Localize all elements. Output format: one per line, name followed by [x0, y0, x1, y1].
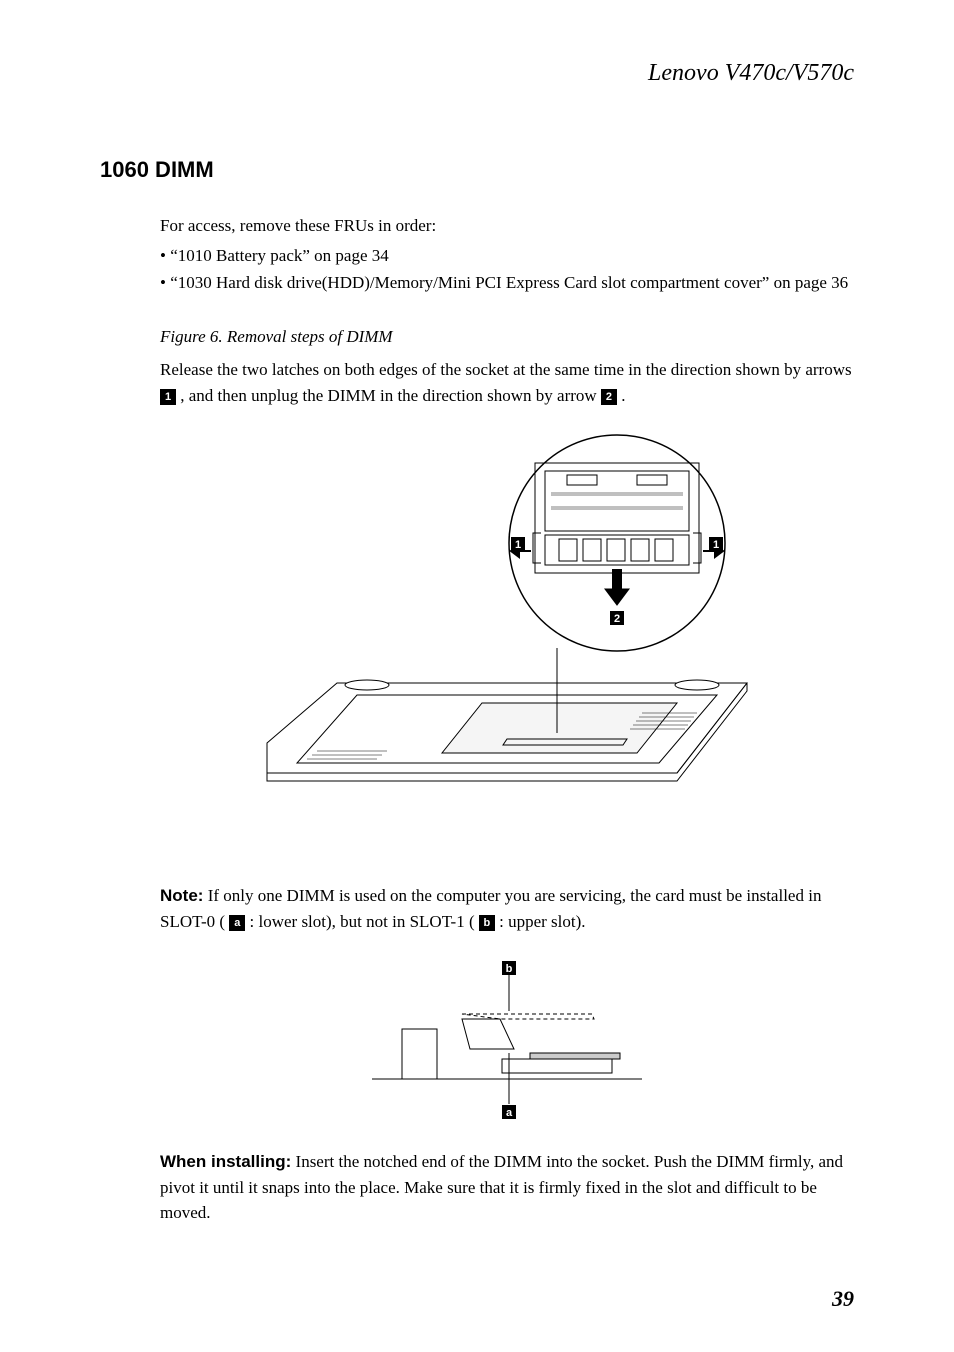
callout-b: b — [506, 963, 513, 975]
section-title: 1060 DIMM — [100, 157, 854, 183]
intro-text: For access, remove these FRUs in order: — [160, 213, 854, 239]
list-item: “1030 Hard disk drive(HDD)/Memory/Mini P… — [160, 270, 854, 296]
installing-label: When installing: — [160, 1152, 291, 1171]
callout-1-icon: 1 — [160, 389, 176, 405]
note-label: Note: — [160, 886, 203, 905]
page-header: Lenovo V470c/V570c — [100, 60, 854, 87]
slot-diagram: b a — [362, 959, 652, 1119]
fru-list: “1010 Battery pack” on page 34 “1030 Har… — [160, 243, 854, 296]
content-block: For access, remove these FRUs in order: … — [160, 213, 854, 1226]
release-paragraph: Release the two latches on both edges of… — [160, 357, 854, 408]
note-text-3: : upper slot). — [495, 912, 586, 931]
document-title: Lenovo V470c/V570c — [648, 60, 854, 86]
list-item: “1010 Battery pack” on page 34 — [160, 243, 854, 269]
callout-a: a — [506, 1107, 513, 1119]
installing-paragraph: When installing: Insert the notched end … — [160, 1149, 854, 1226]
callout-a-icon: a — [229, 915, 245, 931]
page-number: 39 — [832, 1286, 854, 1312]
figure-2: b a — [160, 959, 854, 1119]
release-text-2: , and then unplug the DIMM in the direct… — [176, 386, 601, 405]
dimm-removal-diagram: 1 1 2 — [247, 433, 767, 853]
callout-2: 2 — [614, 613, 620, 625]
note-text-2: : lower slot), but not in SLOT-1 ( — [245, 912, 479, 931]
callout-2-icon: 2 — [601, 389, 617, 405]
callout-1-left: 1 — [515, 539, 521, 551]
release-text-3: . — [617, 386, 626, 405]
figure-caption: Figure 6. Removal steps of DIMM — [160, 324, 854, 350]
figure-1: 1 1 2 — [160, 433, 854, 853]
callout-1-right: 1 — [713, 539, 719, 551]
note-paragraph: Note: If only one DIMM is used on the co… — [160, 883, 854, 934]
callout-b-icon: b — [479, 915, 495, 931]
release-text-1: Release the two latches on both edges of… — [160, 360, 852, 379]
